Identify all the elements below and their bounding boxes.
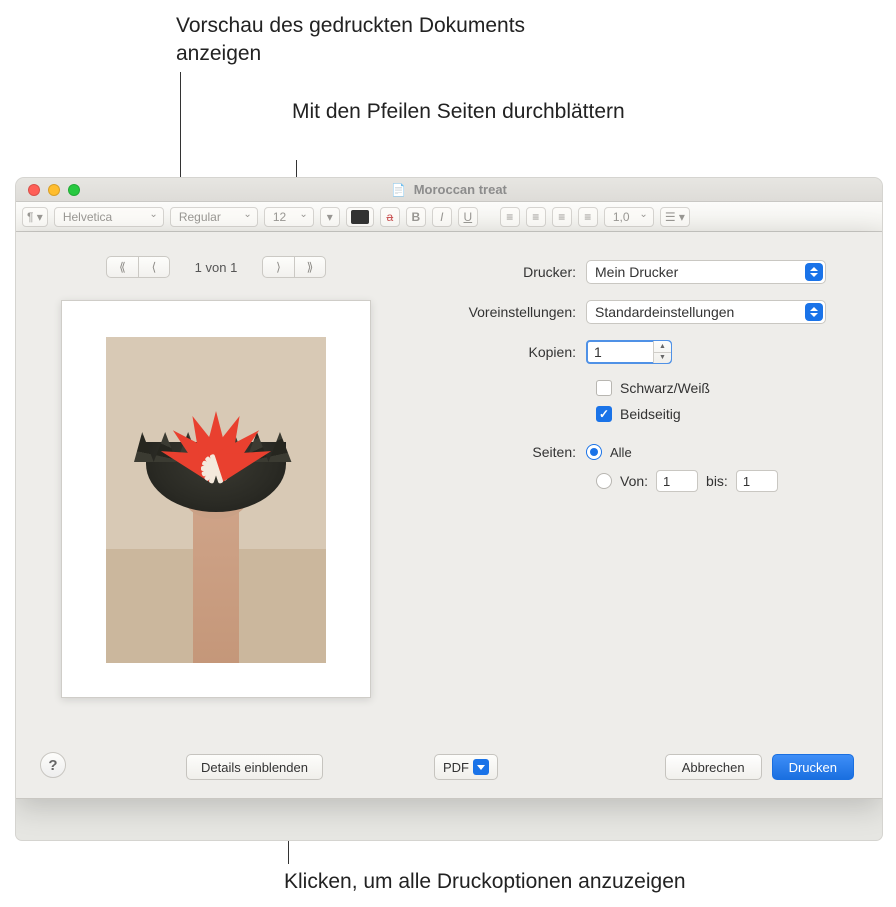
pages-from-label: Von:: [620, 473, 648, 489]
pages-range-radio[interactable]: [596, 473, 612, 489]
font-style-select[interactable]: Regular: [170, 207, 258, 227]
chevron-updown-icon: [805, 303, 823, 321]
bold-button[interactable]: B: [406, 207, 426, 227]
align-right-button[interactable]: ≡: [552, 207, 572, 227]
document-icon: 📄: [391, 183, 406, 197]
presets-label: Voreinstellungen:: [428, 304, 586, 320]
last-page-button[interactable]: ⟫: [294, 256, 326, 278]
italic-button[interactable]: I: [432, 207, 452, 227]
color-swatch-icon: [351, 210, 369, 224]
pages-from-input[interactable]: 1: [656, 470, 698, 492]
bw-checkbox[interactable]: [596, 380, 612, 396]
pages-label: Seiten:: [428, 444, 586, 460]
chevron-updown-icon: [805, 263, 823, 281]
print-dialog: ⟪ ⟨ 1 von 1 ⟩ ⟫: [16, 232, 882, 799]
page-navigator: ⟪ ⟨ 1 von 1 ⟩ ⟫: [40, 256, 392, 278]
next-page-button[interactable]: ⟩: [262, 256, 294, 278]
help-button[interactable]: ?: [40, 752, 66, 778]
duplex-label: Beidseitig: [620, 406, 681, 422]
pager-back-group: ⟪ ⟨: [106, 256, 170, 278]
page-indicator: 1 von 1: [186, 260, 246, 275]
prev-page-button[interactable]: ⟨: [138, 256, 170, 278]
pages-to-input[interactable]: 1: [736, 470, 778, 492]
copies-label: Kopien:: [428, 344, 586, 360]
duplex-checkbox[interactable]: [596, 406, 612, 422]
stepper-down-icon[interactable]: ▼: [654, 353, 671, 364]
pages-to-label: bis:: [706, 473, 728, 489]
font-family-value: Helvetica: [63, 210, 112, 224]
font-size-select[interactable]: 12: [264, 207, 314, 227]
font-family-select[interactable]: Helvetica: [54, 207, 164, 227]
format-toolbar: ¶ ▾ Helvetica Regular 12 ▾ a B I U ≡ ≡ ≡…: [16, 202, 882, 232]
chevron-down-icon: [473, 759, 489, 775]
presets-value: Standardeinstellungen: [595, 304, 734, 320]
print-button[interactable]: Drucken: [772, 754, 854, 780]
line-spacing-value: 1,0: [613, 210, 630, 224]
callout-preview: Vorschau des gedruckten Dokuments anzeig…: [176, 12, 556, 69]
printer-value: Mein Drucker: [595, 264, 678, 280]
first-page-button[interactable]: ⟪: [106, 256, 138, 278]
pages-all-radio[interactable]: [586, 444, 602, 460]
copies-input[interactable]: 1 ▲ ▼: [586, 340, 672, 364]
presets-select[interactable]: Standardeinstellungen: [586, 300, 826, 324]
align-justify-button[interactable]: ≡: [578, 207, 598, 227]
bw-label: Schwarz/Weiß: [620, 380, 710, 396]
callout-details: Klicken, um alle Druckoptionen anzuzeige…: [284, 868, 844, 896]
printer-label: Drucker:: [428, 264, 586, 280]
printer-select[interactable]: Mein Drucker: [586, 260, 826, 284]
list-style-button[interactable]: ☰ ▾: [660, 207, 690, 227]
copies-stepper[interactable]: ▲ ▼: [653, 341, 671, 363]
paragraph-style-button[interactable]: ¶ ▾: [22, 207, 48, 227]
pages-to-value: 1: [743, 474, 750, 489]
pdf-menu-button[interactable]: PDF: [434, 754, 498, 780]
pager-forward-group: ⟩ ⟫: [262, 256, 326, 278]
align-left-button[interactable]: ≡: [500, 207, 520, 227]
pages-all-label: Alle: [610, 445, 632, 460]
text-color-button[interactable]: [346, 207, 374, 227]
line-spacing-select[interactable]: 1,0: [604, 207, 654, 227]
window-title: 📄 Moroccan treat: [16, 182, 882, 197]
font-size-value: 12: [273, 210, 286, 224]
photo-melon: [132, 383, 300, 469]
font-style-value: Regular: [179, 210, 221, 224]
pages-from-value: 1: [663, 474, 670, 489]
copies-value: 1: [594, 344, 602, 360]
page-preview: [61, 300, 371, 698]
callout-arrows: Mit den Pfeilen Seiten durchblättern: [292, 98, 652, 126]
align-center-button[interactable]: ≡: [526, 207, 546, 227]
document-photo: [106, 337, 326, 663]
strikethrough-button[interactable]: a: [380, 207, 400, 227]
preview-pane: ⟪ ⟨ 1 von 1 ⟩ ⟫: [16, 232, 416, 798]
print-options-pane: Drucker: Mein Drucker Voreinstellungen: …: [416, 232, 882, 798]
stepper-up-icon[interactable]: ▲: [654, 341, 671, 353]
underline-button[interactable]: U: [458, 207, 478, 227]
font-size-dropdown[interactable]: ▾: [320, 207, 340, 227]
titlebar: 📄 Moroccan treat: [16, 178, 882, 202]
cancel-button[interactable]: Abbrechen: [665, 754, 762, 780]
pdf-label: PDF: [443, 760, 469, 775]
dialog-footer: PDF Abbrechen Drucken: [434, 754, 854, 780]
show-details-button[interactable]: Details einblenden: [186, 754, 323, 780]
app-window: 📄 Moroccan treat ¶ ▾ Helvetica Regular 1…: [16, 178, 882, 840]
window-title-text: Moroccan treat: [414, 182, 507, 197]
